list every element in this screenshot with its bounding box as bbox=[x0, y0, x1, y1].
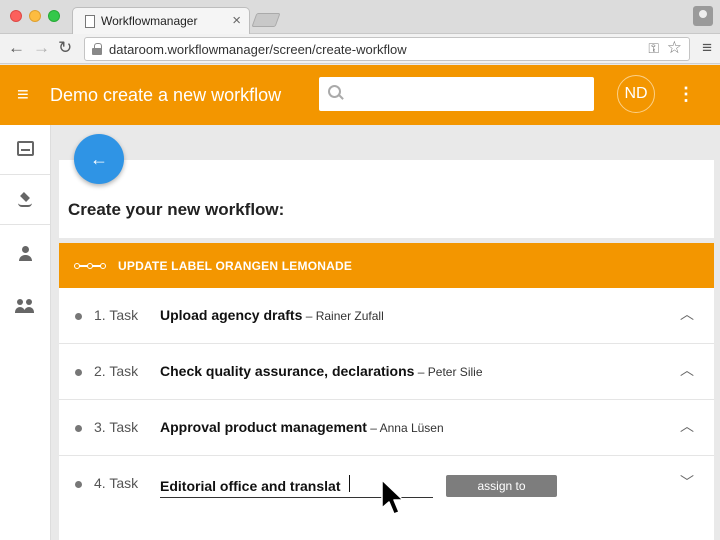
task-number: 2. Task bbox=[94, 363, 139, 379]
workflow-title: UPDATE LABEL ORANGEN LEMONADE bbox=[118, 259, 353, 273]
browser-menu-icon[interactable]: ≡ bbox=[702, 39, 712, 57]
new-tab-button[interactable] bbox=[251, 13, 281, 27]
page-icon bbox=[85, 15, 95, 28]
sidebar-item-group[interactable] bbox=[0, 282, 50, 332]
task-name: Check quality assurance, declarations – … bbox=[160, 363, 483, 379]
chevron-down-icon[interactable]: ﹀ bbox=[680, 472, 694, 492]
back-button[interactable]: ← bbox=[74, 134, 124, 184]
tab-title: Workflowmanager bbox=[101, 14, 198, 28]
bookmark-star-icon[interactable]: ☆ bbox=[667, 38, 682, 58]
search-icon bbox=[328, 85, 342, 99]
chevron-up-icon[interactable]: ︿ bbox=[680, 304, 694, 324]
task-number: 1. Task bbox=[94, 307, 139, 323]
hamburger-menu-icon[interactable]: ≡ bbox=[17, 85, 29, 105]
minimize-window-button[interactable] bbox=[29, 10, 41, 22]
task-row[interactable]: 3. Task Approval product management – An… bbox=[59, 400, 714, 456]
chevron-up-icon[interactable]: ︿ bbox=[680, 416, 694, 436]
key-icon[interactable]: ⚿ bbox=[648, 40, 659, 57]
bullet-icon bbox=[75, 481, 82, 488]
back-arrow-icon[interactable]: ← bbox=[8, 39, 25, 57]
task-number: 4. Task bbox=[94, 475, 139, 491]
task-number: 3. Task bbox=[94, 419, 139, 435]
layers-icon bbox=[17, 192, 33, 208]
url-text[interactable]: dataroom.workflowmanager/screen/create-w… bbox=[109, 42, 407, 57]
task-assignee: – Anna Lüsen bbox=[366, 421, 444, 435]
mouse-pointer-icon bbox=[381, 479, 404, 515]
page-title: Create your new workflow: bbox=[68, 200, 285, 219]
browser-tab[interactable]: Workflowmanager × bbox=[72, 7, 250, 35]
task-row[interactable]: 2. Task Check quality assurance, declara… bbox=[59, 344, 714, 400]
person-icon bbox=[18, 246, 34, 262]
sidebar-item-layers[interactable] bbox=[0, 175, 50, 225]
inbox-icon bbox=[17, 141, 34, 156]
browser-titlebar: Workflowmanager × bbox=[0, 0, 720, 35]
search-input[interactable] bbox=[319, 77, 594, 111]
bullet-icon bbox=[75, 425, 82, 432]
chevron-up-icon[interactable]: ︿ bbox=[680, 360, 694, 380]
browser-toolbar: ← → ↻ dataroom.workflowmanager/screen/cr… bbox=[0, 34, 720, 64]
task-assignee: – Peter Silie bbox=[414, 365, 483, 379]
sidebar-item-inbox[interactable] bbox=[0, 125, 50, 175]
profile-icon[interactable] bbox=[693, 6, 713, 26]
task-name: Approval product management – Anna Lüsen bbox=[160, 419, 444, 435]
bullet-icon bbox=[75, 369, 82, 376]
app-title: Demo create a new workflow bbox=[50, 85, 282, 105]
workflow-header[interactable]: UPDATE LABEL ORANGEN LEMONADE bbox=[59, 243, 714, 288]
avatar[interactable]: ND bbox=[617, 75, 655, 113]
forward-arrow-icon[interactable]: → bbox=[33, 39, 50, 57]
sidebar bbox=[0, 125, 51, 540]
close-tab-icon[interactable]: × bbox=[232, 12, 241, 29]
maximize-window-button[interactable] bbox=[48, 10, 60, 22]
more-vert-icon[interactable]: ⋮ bbox=[677, 84, 695, 104]
sidebar-item-person[interactable] bbox=[0, 229, 50, 279]
workflow-dots-icon bbox=[74, 263, 106, 269]
group-icon bbox=[15, 299, 37, 315]
lock-icon bbox=[92, 43, 102, 55]
header-card bbox=[59, 160, 714, 238]
task-name: Upload agency drafts – Rainer Zufall bbox=[160, 307, 384, 323]
text-caret bbox=[349, 475, 350, 492]
task-row[interactable]: 1. Task Upload agency drafts – Rainer Zu… bbox=[59, 288, 714, 344]
reload-icon[interactable]: ↻ bbox=[58, 39, 72, 57]
address-bar[interactable]: dataroom.workflowmanager/screen/create-w… bbox=[84, 37, 690, 61]
task-assignee: – Rainer Zufall bbox=[302, 309, 384, 323]
bullet-icon bbox=[75, 313, 82, 320]
assign-to-button[interactable]: assign to bbox=[446, 475, 557, 497]
app-bar: ≡ Demo create a new workflow ND ⋮ bbox=[0, 65, 720, 125]
close-window-button[interactable] bbox=[10, 10, 22, 22]
